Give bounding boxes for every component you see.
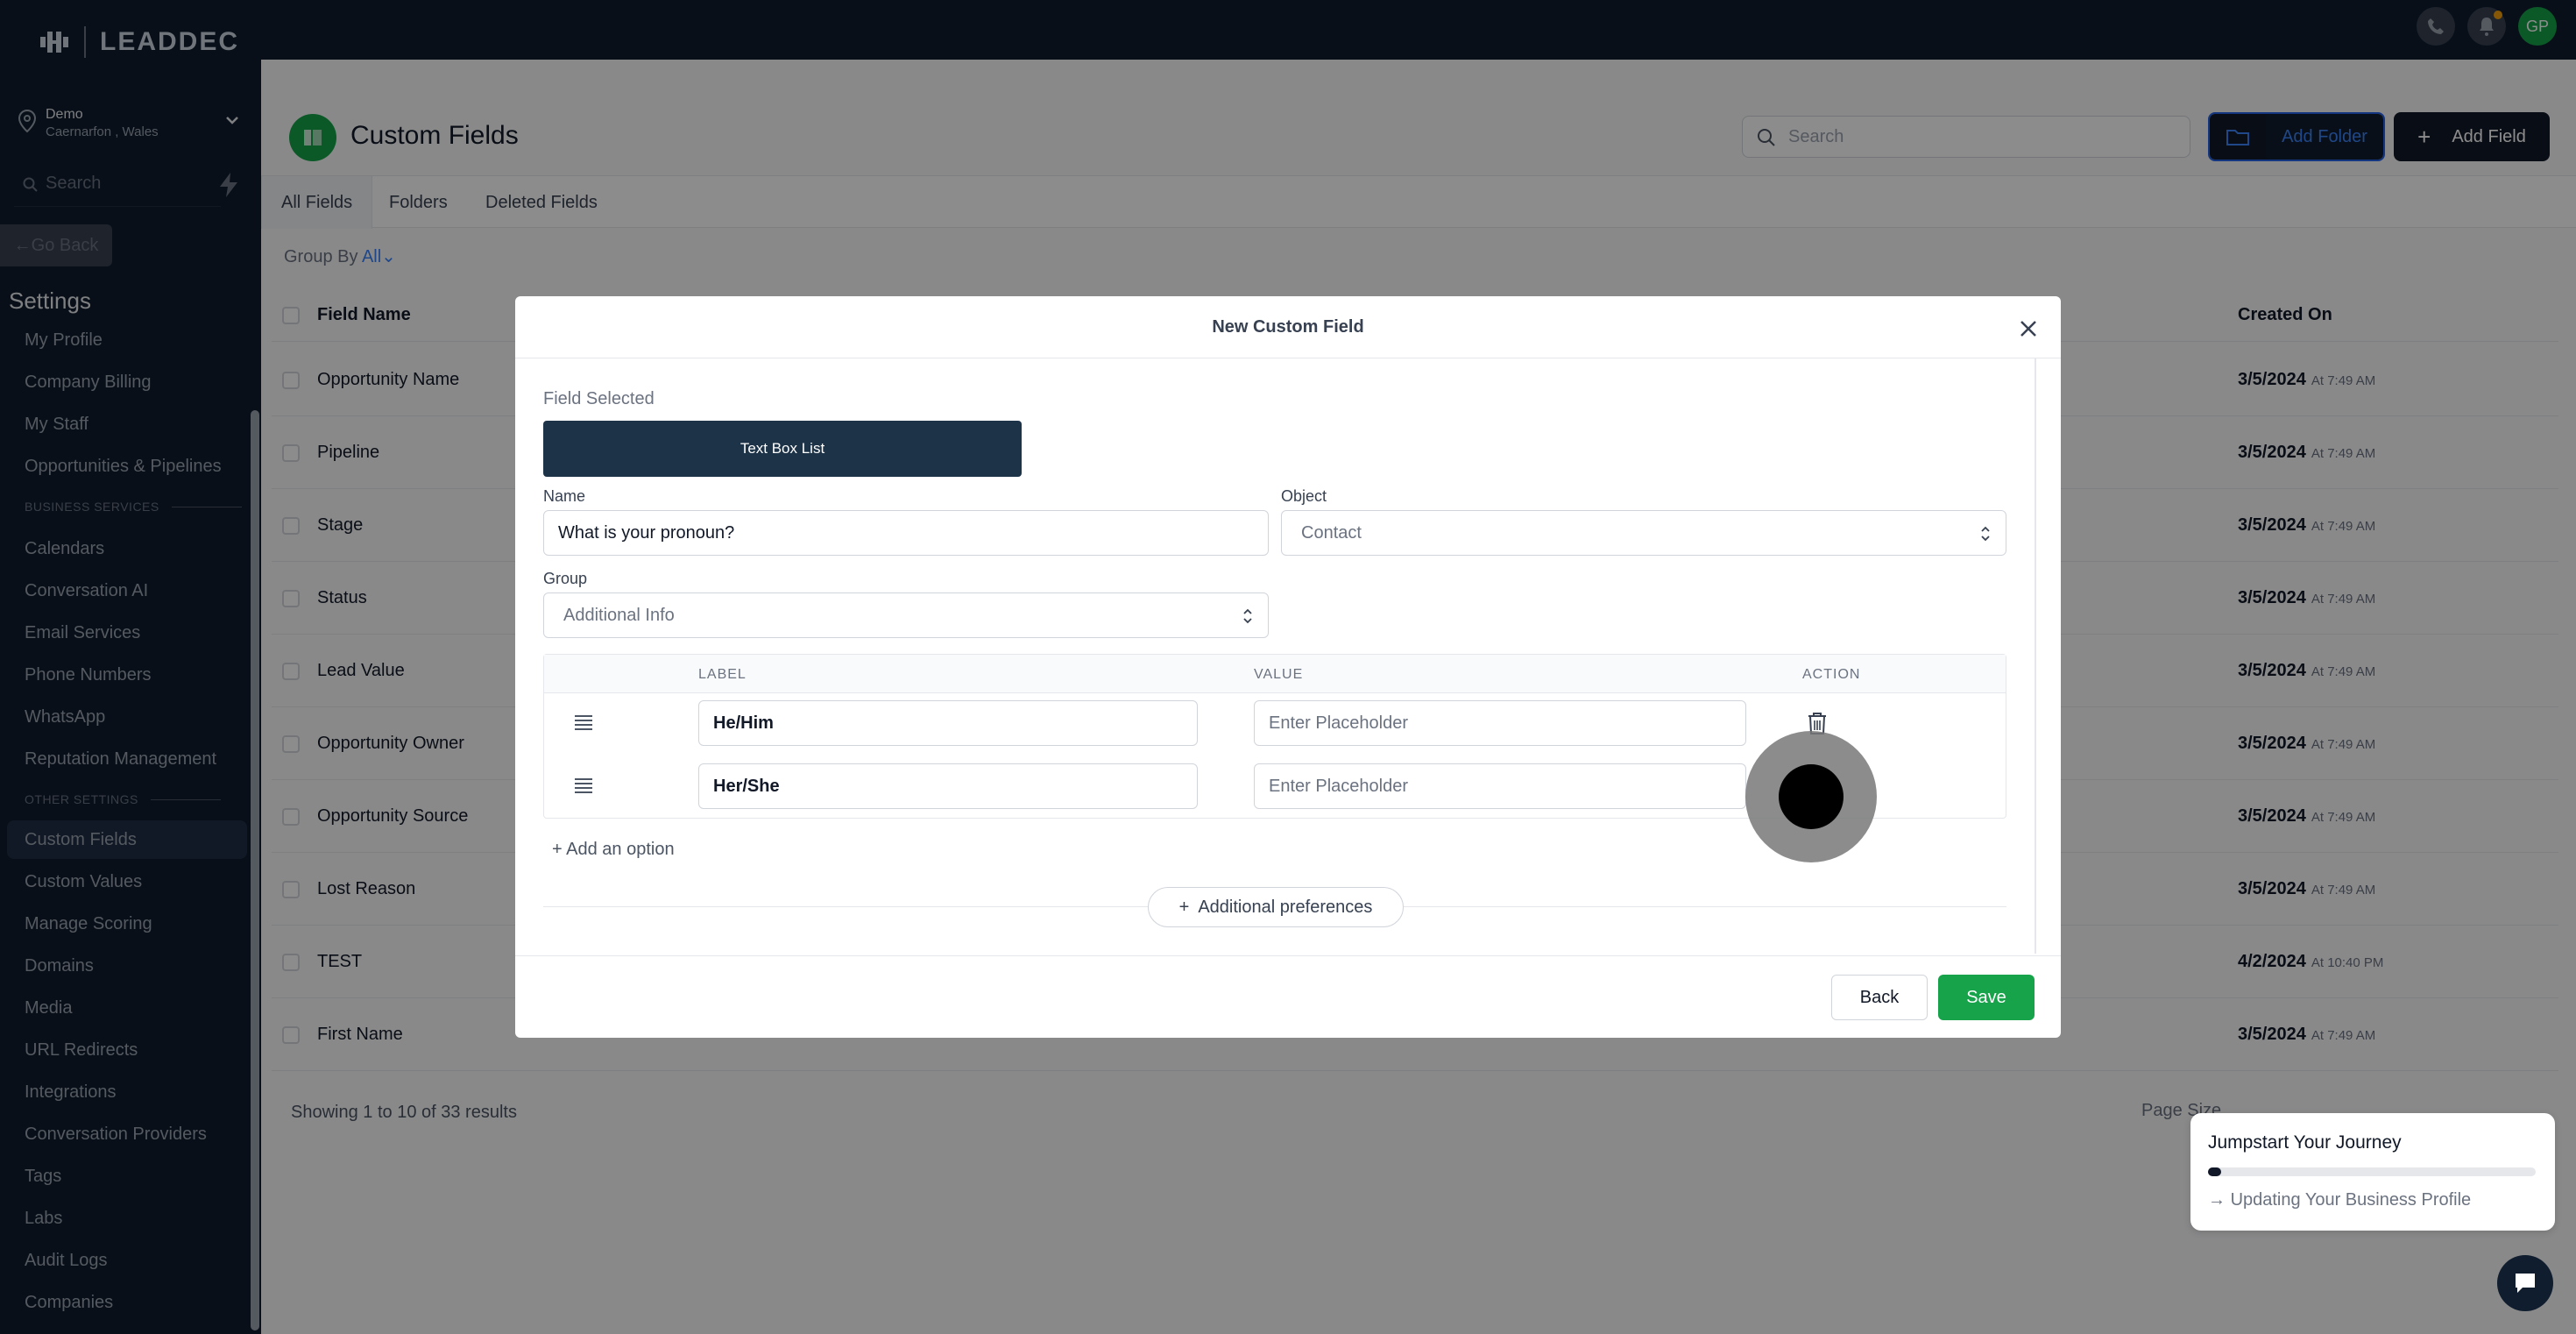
object-select[interactable]: Contact <box>1281 510 2006 556</box>
additional-preferences-label: Additional preferences <box>1198 897 1373 917</box>
cursor-dot <box>1779 764 1844 829</box>
options-table-header: LABEL VALUE ACTION <box>544 655 2006 693</box>
arrow-right-icon: → <box>2208 1190 2231 1210</box>
divider <box>515 955 2061 956</box>
option-label-input[interactable]: He/Him <box>698 700 1198 746</box>
object-label: Object <box>1281 487 1327 505</box>
new-custom-field-modal: New Custom Field Field Selected Text Box… <box>515 296 2061 1038</box>
jumpstart-widget[interactable]: Jumpstart Your Journey → Updating Your B… <box>2190 1113 2555 1231</box>
field-selected-label: Field Selected <box>543 389 655 408</box>
object-value: Contact <box>1301 522 1362 543</box>
col-label: LABEL <box>698 667 747 682</box>
chat-icon <box>2516 1274 2535 1293</box>
plus-icon: + <box>552 840 563 859</box>
jumpstart-title: Jumpstart Your Journey <box>2208 1132 2402 1153</box>
jumpstart-step[interactable]: → Updating Your Business Profile <box>2208 1190 2471 1210</box>
drag-handle-icon[interactable] <box>574 777 593 793</box>
field-type-button[interactable]: Text Box List <box>543 421 1022 477</box>
group-label: Group <box>543 570 588 587</box>
jumpstart-step-label: Updating Your Business Profile <box>2230 1190 2472 1210</box>
jumpstart-progress-fill <box>2208 1167 2221 1176</box>
col-value: VALUE <box>1254 667 1304 682</box>
modal-scrollbar[interactable] <box>2035 358 2036 954</box>
group-value: Additional Info <box>563 605 675 625</box>
add-option-label: Add an option <box>566 840 675 859</box>
name-field[interactable]: What is your pronoun? <box>543 510 1269 556</box>
select-arrows-icon <box>1243 608 1252 624</box>
select-arrows-icon <box>1981 526 1990 542</box>
plus-icon: + <box>1178 897 1190 917</box>
group-select[interactable]: Additional Info <box>543 592 1269 638</box>
name-label: Name <box>543 487 586 505</box>
chat-widget-button[interactable] <box>2497 1255 2553 1311</box>
option-value-input[interactable]: Enter Placeholder <box>1254 700 1746 746</box>
additional-preferences-button[interactable]: + Additional preferences <box>1148 887 1404 927</box>
drag-handle-icon[interactable] <box>574 714 593 730</box>
add-option-button[interactable]: + Add an option <box>552 840 675 860</box>
option-label-input[interactable]: Her/She <box>698 763 1198 809</box>
close-icon[interactable] <box>2013 314 2043 344</box>
jumpstart-progress-track <box>2208 1167 2536 1176</box>
back-button[interactable]: Back <box>1831 975 1928 1020</box>
col-action: ACTION <box>1802 667 1861 682</box>
modal-title: New Custom Field <box>1212 317 1364 337</box>
option-value-input[interactable]: Enter Placeholder <box>1254 763 1746 809</box>
save-button[interactable]: Save <box>1938 975 2035 1020</box>
